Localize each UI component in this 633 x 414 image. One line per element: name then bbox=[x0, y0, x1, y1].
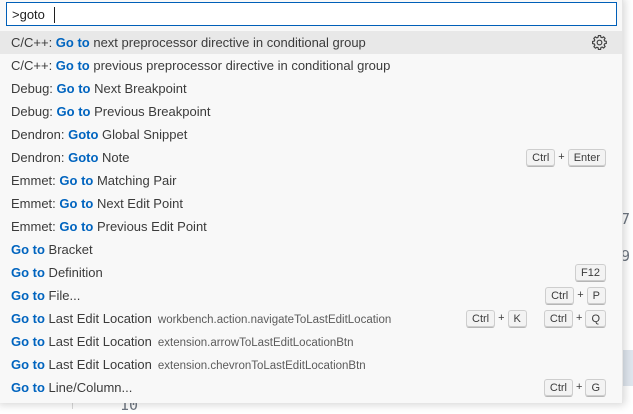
command-label: Previous Breakpoint bbox=[90, 104, 211, 119]
command-label: Next Breakpoint bbox=[90, 81, 187, 96]
keybinding: Ctrl + G bbox=[543, 376, 606, 399]
command-item[interactable]: Emmet: Go to Previous Edit Point bbox=[0, 215, 622, 238]
command-item[interactable]: Emmet: Go to Matching Pair bbox=[0, 169, 622, 192]
command-input-wrapper bbox=[6, 2, 617, 26]
command-item[interactable]: Dendron: Goto Global Snippet bbox=[0, 123, 622, 146]
keybinding-separator: + bbox=[576, 381, 583, 393]
gear-icon[interactable] bbox=[591, 34, 608, 51]
keybinding-separator: + bbox=[577, 289, 584, 301]
match-highlight: Go to bbox=[11, 311, 45, 326]
match-highlight: Go to bbox=[11, 288, 45, 303]
command-category: Dendron: bbox=[11, 127, 69, 142]
match-highlight: Go to bbox=[11, 265, 45, 280]
match-highlight: Goto bbox=[68, 127, 99, 142]
command-category: C/C++: bbox=[11, 35, 56, 50]
command-label: Next Edit Point bbox=[93, 196, 183, 211]
command-label: Last Edit Location bbox=[44, 357, 152, 372]
command-category: Debug: bbox=[11, 104, 57, 119]
command-item[interactable]: C/C++: Go to previous preprocessor direc… bbox=[0, 54, 622, 77]
command-label: Bracket bbox=[44, 242, 93, 257]
command-item[interactable]: Go to Last Edit Location extension.chevro… bbox=[0, 353, 622, 376]
keycap: P bbox=[586, 286, 606, 305]
match-highlight: Goto bbox=[68, 150, 99, 165]
match-highlight: Go to bbox=[56, 104, 91, 119]
command-label: Previous Edit Point bbox=[93, 219, 207, 234]
match-highlight: Go to bbox=[55, 58, 90, 73]
match-highlight: Go to bbox=[56, 81, 91, 96]
command-item[interactable]: Go to Definition F12 bbox=[0, 261, 622, 284]
command-item[interactable]: Emmet: Go to Next Edit Point bbox=[0, 192, 622, 215]
command-item[interactable]: Debug: Go to Previous Breakpoint bbox=[0, 100, 622, 123]
match-highlight: Go to bbox=[59, 219, 94, 234]
command-label: Definition bbox=[44, 265, 103, 280]
keycap: F12 bbox=[575, 263, 606, 282]
keycap: K bbox=[507, 309, 527, 328]
command-label: previous preprocessor directive in condi… bbox=[89, 58, 391, 73]
command-category: C/C++: bbox=[11, 58, 56, 73]
editor-scroll-region bbox=[622, 350, 633, 386]
keybinding: Ctrl + P bbox=[545, 284, 606, 307]
match-highlight: Go to bbox=[59, 173, 94, 188]
command-category: Dendron: bbox=[11, 150, 69, 165]
command-id-description: extension.chevronToLastEditLocationBtn bbox=[157, 360, 366, 372]
command-item[interactable]: Go to Line/Column... Ctrl + G bbox=[0, 376, 622, 399]
command-label: next preprocessor directive in condition… bbox=[89, 35, 366, 50]
keybinding-separator: + bbox=[558, 151, 565, 163]
command-category: Debug: bbox=[11, 81, 57, 96]
command-item[interactable]: Go to Bracket bbox=[0, 238, 622, 261]
command-item[interactable]: C/C++: Go to next preprocessor directive… bbox=[0, 31, 622, 54]
command-label: Note bbox=[98, 150, 130, 165]
command-label: Global Snippet bbox=[98, 127, 188, 142]
match-highlight: Go to bbox=[11, 357, 45, 372]
command-label: Last Edit Location bbox=[44, 311, 152, 326]
command-item[interactable]: Go to Last Edit Location extension.arrowT… bbox=[0, 330, 622, 353]
command-results-list: C/C++: Go to next preprocessor directive… bbox=[0, 31, 622, 399]
keycap: Ctrl bbox=[545, 286, 575, 305]
keycap: Ctrl bbox=[543, 378, 573, 397]
keycap: Enter bbox=[567, 148, 606, 167]
command-category: Emmet: bbox=[11, 219, 60, 234]
match-highlight: Go to bbox=[11, 334, 45, 349]
keybinding-separator: + bbox=[576, 312, 583, 324]
command-item[interactable]: Go to Last Edit Location workbench.action… bbox=[0, 307, 622, 330]
command-label: Last Edit Location bbox=[44, 334, 152, 349]
command-label: Line/Column... bbox=[44, 380, 133, 395]
command-item[interactable]: Dendron: Goto Note Ctrl + Enter bbox=[0, 146, 622, 169]
command-label: File... bbox=[44, 288, 81, 303]
keycap: Ctrl bbox=[526, 148, 556, 167]
command-palette: C/C++: Go to next preprocessor directive… bbox=[0, 0, 623, 403]
match-highlight: Go to bbox=[59, 196, 94, 211]
match-highlight: Go to bbox=[11, 242, 45, 257]
keycap: G bbox=[585, 378, 606, 397]
keycap: Ctrl bbox=[466, 309, 496, 328]
keycap: Q bbox=[585, 309, 606, 328]
keycap: Ctrl bbox=[543, 309, 573, 328]
command-id-description: extension.arrowToLastEditLocationBtn bbox=[157, 337, 354, 349]
keybinding-separator: + bbox=[498, 312, 505, 324]
command-label: Matching Pair bbox=[93, 173, 177, 188]
command-category: Emmet: bbox=[11, 173, 60, 188]
command-id-description: workbench.action.navigateToLastEditLocat… bbox=[157, 314, 392, 326]
keybinding: F12 bbox=[575, 261, 606, 284]
keybinding: Ctrl + Enter bbox=[526, 146, 606, 169]
match-highlight: Go to bbox=[11, 380, 45, 395]
text-caret bbox=[54, 7, 55, 23]
keybinding: Ctrl + K Ctrl + Q bbox=[466, 307, 606, 330]
command-category: Emmet: bbox=[11, 196, 60, 211]
command-search-input[interactable] bbox=[12, 6, 602, 22]
match-highlight: Go to bbox=[55, 35, 90, 50]
command-input-box bbox=[6, 2, 617, 26]
command-item[interactable]: Debug: Go to Next Breakpoint bbox=[0, 77, 622, 100]
command-item[interactable]: Go to File... Ctrl + P bbox=[0, 284, 622, 307]
